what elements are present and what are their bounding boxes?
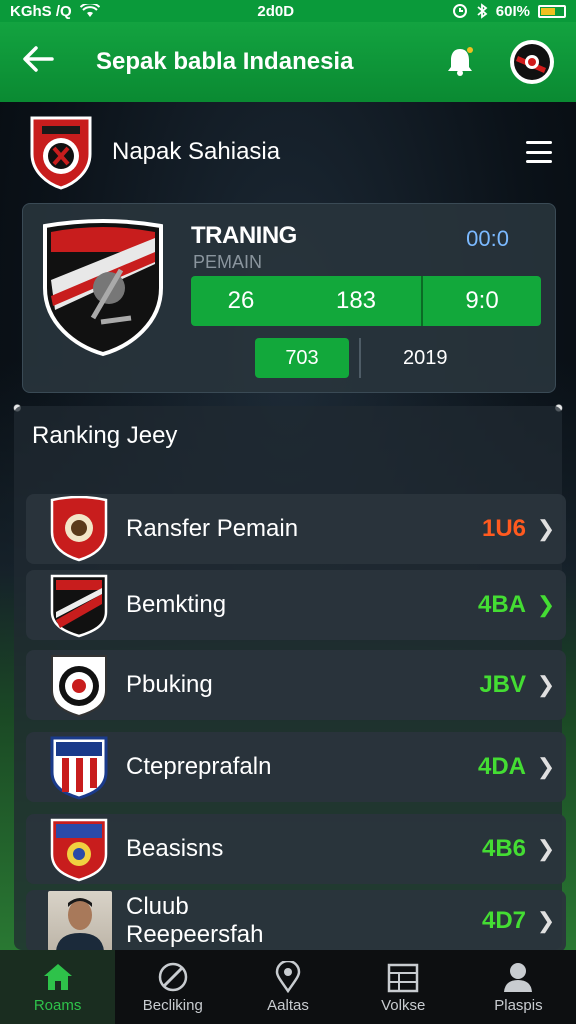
club-logo-button[interactable]	[510, 40, 554, 84]
bluetooth-icon	[477, 3, 488, 19]
club-crest-icon	[50, 496, 108, 562]
training-title: TRANING	[191, 222, 297, 249]
club-crest-icon	[50, 574, 108, 638]
stat-a: 26	[227, 287, 255, 314]
ranking-row-label: Ctepreprafaln	[126, 753, 272, 780]
menu-icon[interactable]	[526, 141, 552, 163]
ranking-row-value: 4B6	[481, 835, 526, 862]
home-icon	[41, 961, 75, 993]
ranking-row-label-line2: Reepeersfah	[126, 921, 264, 948]
ranking-row-label-line1: Cluub	[126, 893, 189, 920]
player-avatar-icon	[56, 898, 104, 951]
alarm-icon	[452, 4, 467, 18]
back-button[interactable]	[22, 43, 62, 82]
carrier-text: KGhS /Q	[10, 2, 72, 20]
nav-item-location[interactable]: Aaltas	[230, 950, 345, 1024]
ranking-row-value: 4DA	[477, 753, 526, 780]
ranking-row-label: Bemkting	[126, 591, 227, 618]
status-right: 60I%	[452, 3, 566, 20]
status-time: 2d0D	[257, 2, 295, 20]
club-crest-icon	[50, 736, 108, 800]
ranking-title: Ranking Jeey	[32, 422, 178, 449]
ranking-row-value: 4BA	[477, 591, 526, 618]
battery-percent: 60I%	[495, 2, 530, 20]
bottom-nav: Roams Becliking Aaltas Volkse Plaspis	[0, 950, 576, 1024]
nav-label: Aaltas	[267, 996, 309, 1014]
stat-divider	[359, 338, 361, 378]
ranking-row-value: 1U6	[481, 515, 526, 542]
ranking-row-label: Beasisns	[126, 835, 224, 862]
arrow-left-icon	[23, 45, 54, 72]
notification-button[interactable]	[440, 42, 480, 82]
ranking-row-5[interactable]: Beasisns 4B6 ❯	[26, 814, 566, 884]
status-bar: KGhS /Q 2d0D 60I%	[0, 0, 576, 22]
nav-item-profile[interactable]: Plaspis	[461, 950, 576, 1024]
stat-row2: 703 2019	[255, 338, 448, 378]
nav-label: Plaspis	[494, 996, 543, 1014]
calendar-icon	[386, 961, 420, 993]
ranking-row-label: Ransfer Pemain	[126, 515, 299, 542]
club-crest-icon	[43, 219, 163, 357]
stats-bar: 26 183 9:0	[191, 276, 541, 326]
training-score: 00:0	[466, 226, 509, 251]
chevron-right-icon: ❯	[536, 672, 556, 697]
ball-icon	[156, 961, 190, 993]
club-header: Napak Sahiasia	[28, 112, 552, 192]
battery-icon	[538, 4, 566, 18]
ranking-panel: Ranking Jeey Ransfer Pemain 1U6 ❯ Bemkti…	[14, 406, 566, 952]
club-crest-icon	[50, 818, 108, 882]
wifi-icon	[79, 4, 100, 17]
app-bar: Sepak babla Indanesia	[0, 22, 576, 102]
nav-label: Becliking	[142, 996, 203, 1014]
location-icon	[271, 960, 305, 993]
stat-year: 2019	[403, 346, 448, 369]
club-crest-icon	[514, 44, 550, 80]
club-name: Napak Sahiasia	[112, 138, 281, 165]
chevron-right-icon: ❯	[536, 836, 556, 861]
club-crest-icon	[30, 116, 92, 190]
ranking-row-6[interactable]: Cluub Reepeersfah 4D7 ❯	[26, 890, 566, 952]
chevron-right-icon: ❯	[536, 516, 556, 541]
ranking-row-label: Pbuking	[126, 671, 213, 698]
status-left: KGhS /Q	[10, 3, 100, 20]
stat-b: 183	[335, 287, 377, 314]
ranking-row-1[interactable]: Ransfer Pemain 1U6 ❯	[26, 494, 566, 564]
user-icon	[501, 961, 535, 993]
ranking-row-value: 4D7	[481, 907, 526, 934]
page-title: Sepak babla Indanesia	[96, 48, 354, 75]
chevron-right-icon: ❯	[536, 592, 556, 617]
chevron-right-icon: ❯	[536, 754, 556, 779]
stat-c: 9:0	[465, 287, 499, 314]
player-photo	[48, 891, 112, 951]
club-crest-icon	[51, 655, 107, 718]
ranking-row-3[interactable]: Pbuking JBV ❯	[26, 650, 566, 720]
nav-item-calendar[interactable]: Volkse	[346, 950, 461, 1024]
ranking-row-value: JBV	[479, 671, 526, 698]
training-subtitle: PEMAIN	[193, 252, 263, 272]
stat-d-pill[interactable]: 703	[255, 338, 349, 378]
bell-icon	[448, 47, 473, 76]
nav-label: Volkse	[381, 996, 426, 1014]
ranking-row-label: Cluub Reepeersfah	[126, 893, 468, 949]
ranking-row-4[interactable]: Ctepreprafaln 4DA ❯	[26, 732, 566, 802]
nav-label: Roams	[33, 996, 82, 1014]
training-card[interactable]: TRANING PEMAIN 00:0 26 183 9:0 703 2019	[22, 203, 556, 393]
ranking-row-2[interactable]: Bemkting 4BA ❯	[26, 570, 566, 640]
nav-item-home[interactable]: Roams	[0, 950, 116, 1024]
chevron-right-icon: ❯	[536, 908, 556, 933]
nav-item-booking[interactable]: Becliking	[115, 950, 230, 1024]
